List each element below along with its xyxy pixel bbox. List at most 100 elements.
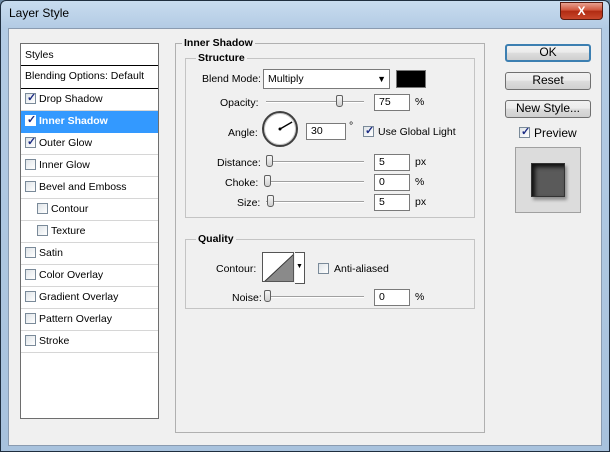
- anti-aliased-checkbox[interactable]: [318, 263, 329, 274]
- quality-group: Quality Contour: ▼ Anti-aliased Noise: 0…: [185, 233, 475, 309]
- preview-checkbox[interactable]: [519, 125, 530, 138]
- opacity-unit: %: [415, 96, 425, 108]
- satin-checkbox[interactable]: [25, 247, 36, 258]
- close-icon: X: [577, 4, 586, 18]
- choke-unit: %: [415, 176, 425, 188]
- color-overlay-checkbox[interactable]: [25, 269, 36, 280]
- style-preview: [515, 147, 581, 213]
- blending-options-item[interactable]: Blending Options: Default: [21, 66, 158, 89]
- style-item-drop-shadow[interactable]: Drop Shadow: [21, 89, 158, 111]
- panel-title: Inner Shadow: [182, 37, 255, 49]
- styles-list: Styles Blending Options: Default Drop Sh…: [20, 43, 159, 419]
- quality-title: Quality: [196, 233, 236, 245]
- reset-button[interactable]: Reset: [505, 72, 591, 90]
- style-item-label: Color Overlay: [39, 269, 104, 281]
- close-button[interactable]: X: [560, 2, 603, 20]
- style-item-gradient-overlay[interactable]: Gradient Overlay: [21, 287, 158, 309]
- structure-group: Structure Blend Mode: Multiply ▼ Opacity…: [185, 52, 475, 218]
- style-item-label: Outer Glow: [39, 137, 93, 149]
- ok-button[interactable]: OK: [505, 44, 591, 62]
- style-item-label: Texture: [51, 225, 86, 237]
- noise-slider[interactable]: [266, 296, 364, 298]
- opacity-slider-thumb[interactable]: [335, 95, 343, 107]
- distance-field[interactable]: 5: [374, 154, 410, 171]
- use-global-light-label[interactable]: Use Global Light: [378, 126, 456, 138]
- outer-glow-checkbox[interactable]: [25, 135, 36, 148]
- pattern-overlay-checkbox[interactable]: [25, 313, 36, 324]
- noise-unit: %: [415, 291, 425, 303]
- style-item-label: Pattern Overlay: [39, 313, 112, 325]
- layer-style-dialog: Layer Style X Styles Blending Options: D…: [0, 0, 610, 452]
- contour-picker[interactable]: [262, 252, 294, 282]
- style-item-label: Bevel and Emboss: [39, 181, 127, 193]
- style-item-pattern-overlay[interactable]: Pattern Overlay: [21, 309, 158, 331]
- size-label: Size:: [237, 197, 261, 209]
- title-bar[interactable]: Layer Style X: [1, 1, 609, 27]
- inner-shadow-checkbox[interactable]: [25, 113, 36, 126]
- shadow-color-swatch[interactable]: [396, 70, 426, 88]
- opacity-field[interactable]: 75: [374, 94, 410, 111]
- anti-aliased-label[interactable]: Anti-aliased: [334, 263, 389, 275]
- bevel-and-emboss-checkbox[interactable]: [25, 181, 36, 192]
- style-item-stroke[interactable]: Stroke: [21, 331, 158, 353]
- choke-label: Choke:: [225, 177, 259, 189]
- dialog-body: Styles Blending Options: Default Drop Sh…: [8, 28, 602, 446]
- angle-dial[interactable]: [262, 111, 298, 147]
- size-field[interactable]: 5: [374, 194, 410, 211]
- stroke-checkbox[interactable]: [25, 335, 36, 346]
- blend-mode-select[interactable]: Multiply ▼: [263, 69, 390, 89]
- degree-symbol: °: [349, 120, 354, 132]
- distance-slider[interactable]: [266, 161, 364, 163]
- styles-header[interactable]: Styles: [21, 44, 158, 66]
- choke-slider-thumb[interactable]: [264, 175, 271, 187]
- noise-slider-thumb[interactable]: [264, 290, 271, 302]
- distance-label: Distance:: [217, 157, 261, 169]
- style-item-label: Gradient Overlay: [39, 291, 119, 303]
- opacity-label: Opacity:: [220, 97, 259, 109]
- angle-dial-needle: [278, 121, 293, 131]
- choke-slider[interactable]: [266, 181, 364, 183]
- style-item-label: Stroke: [39, 335, 70, 347]
- opacity-slider[interactable]: [266, 101, 364, 103]
- chevron-down-icon: ▼: [377, 74, 386, 84]
- style-item-label: Contour: [51, 203, 89, 215]
- style-item-label: Inner Shadow: [39, 115, 108, 127]
- structure-title: Structure: [196, 52, 247, 64]
- contour-curve-icon: [264, 254, 293, 281]
- choke-field[interactable]: 0: [374, 174, 410, 191]
- blend-mode-value: Multiply: [268, 73, 304, 85]
- blend-mode-label: Blend Mode:: [202, 73, 261, 85]
- style-item-label: Inner Glow: [39, 159, 90, 171]
- style-item-satin[interactable]: Satin: [21, 243, 158, 265]
- style-item-bevel-and-emboss[interactable]: Bevel and Emboss: [21, 177, 158, 199]
- texture-checkbox[interactable]: [37, 225, 48, 236]
- noise-field[interactable]: 0: [374, 289, 410, 306]
- style-item-color-overlay[interactable]: Color Overlay: [21, 265, 158, 287]
- inner-shadow-panel: Inner Shadow Structure Blend Mode: Multi…: [175, 37, 485, 433]
- style-item-inner-shadow[interactable]: Inner Shadow: [21, 111, 158, 133]
- style-item-texture[interactable]: Texture: [21, 221, 158, 243]
- drop-shadow-checkbox[interactable]: [25, 91, 36, 104]
- contour-checkbox[interactable]: [37, 203, 48, 214]
- size-slider[interactable]: [266, 201, 364, 203]
- style-preview-swatch: [531, 163, 565, 197]
- gradient-overlay-checkbox[interactable]: [25, 291, 36, 302]
- window-title: Layer Style: [9, 6, 70, 20]
- style-item-label: Drop Shadow: [39, 93, 103, 105]
- style-item-label: Satin: [39, 247, 63, 259]
- style-item-contour[interactable]: Contour: [21, 199, 158, 221]
- new-style-button[interactable]: New Style...: [505, 100, 591, 118]
- chevron-down-icon[interactable]: ▼: [295, 252, 305, 284]
- angle-field[interactable]: 30: [306, 123, 346, 140]
- noise-label: Noise:: [232, 292, 262, 304]
- inner-glow-checkbox[interactable]: [25, 159, 36, 170]
- preview-label[interactable]: Preview: [534, 126, 577, 140]
- style-item-inner-glow[interactable]: Inner Glow: [21, 155, 158, 177]
- angle-label: Angle:: [228, 127, 258, 139]
- contour-label: Contour:: [216, 263, 257, 275]
- distance-slider-thumb[interactable]: [266, 155, 273, 167]
- size-slider-thumb[interactable]: [267, 195, 274, 207]
- use-global-light-checkbox[interactable]: [363, 124, 374, 137]
- style-item-outer-glow[interactable]: Outer Glow: [21, 133, 158, 155]
- distance-unit: px: [415, 156, 427, 168]
